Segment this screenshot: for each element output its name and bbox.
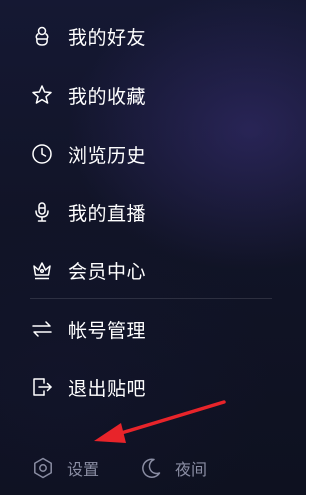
- exit-icon: [30, 375, 54, 399]
- menu-item-label: 退出贴吧: [68, 377, 147, 400]
- menu-divider: [30, 298, 272, 299]
- menu-item-membership[interactable]: 会员中心: [30, 250, 146, 290]
- side-drawer: 我的好友 我的收藏 浏览历史 我的直播 会员中心 帐号管理 退出贴吧 设置 夜间: [0, 0, 306, 495]
- menu-item-label: 我的好友: [68, 26, 147, 49]
- menu-item-label: 我的直播: [68, 202, 147, 225]
- clock-icon: [30, 142, 54, 166]
- drawer-bottom-bar: 设置 夜间: [0, 440, 306, 495]
- night-mode-label: 夜间: [175, 459, 208, 479]
- switch-arrows-icon: [30, 317, 54, 341]
- settings-button[interactable]: 设置: [31, 440, 99, 495]
- settings-label: 设置: [67, 459, 100, 479]
- menu-item-label: 帐号管理: [68, 319, 147, 342]
- menu-item-history[interactable]: 浏览历史: [30, 134, 146, 174]
- gear-icon: [31, 456, 55, 480]
- moon-icon: [139, 456, 163, 480]
- menu-item-favorites[interactable]: 我的收藏: [30, 75, 146, 115]
- star-icon: [30, 83, 54, 107]
- page-edge: [306, 0, 310, 495]
- night-mode-button[interactable]: 夜间: [139, 440, 207, 495]
- menu-item-label: 我的收藏: [68, 85, 147, 108]
- menu-item-account-management[interactable]: 帐号管理: [30, 309, 146, 349]
- menu-item-label: 会员中心: [68, 260, 147, 283]
- menu-item-label: 浏览历史: [68, 144, 147, 167]
- menu-item-live[interactable]: 我的直播: [30, 192, 146, 232]
- menu-item-friends[interactable]: 我的好友: [30, 16, 146, 56]
- friends-icon: [30, 24, 54, 48]
- microphone-icon: [30, 200, 54, 224]
- crown-icon: [30, 258, 54, 282]
- menu-item-exit[interactable]: 退出贴吧: [30, 367, 146, 407]
